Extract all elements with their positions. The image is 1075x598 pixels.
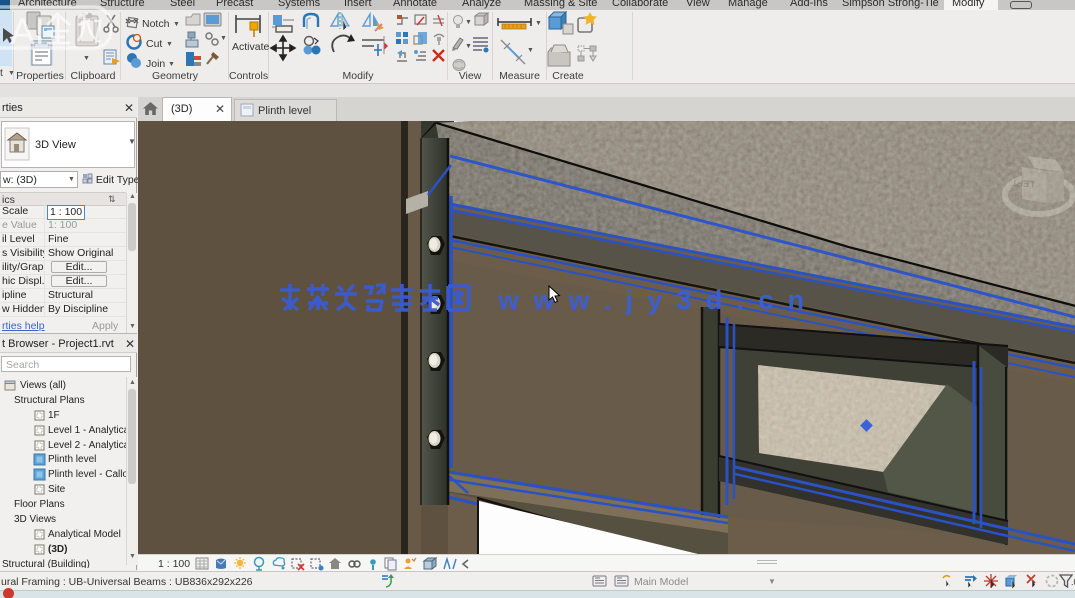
svg-text:.0: .0	[1071, 577, 1075, 587]
svg-text:▼: ▼	[465, 43, 472, 50]
svg-text:AI: AI	[10, 11, 45, 52]
svg-text:▼: ▼	[535, 20, 542, 27]
svg-text:▼: ▼	[465, 19, 472, 26]
svg-text:▼: ▼	[8, 70, 15, 77]
svg-text:▼: ▼	[527, 47, 534, 54]
svg-text:w w w . j y 3 d . c n: w w w . j y 3 d . c n	[497, 285, 804, 315]
svg-text:▼: ▼	[168, 61, 175, 68]
svg-text:t: t	[0, 67, 3, 79]
svg-text:LEFT: LEFT	[1011, 178, 1034, 189]
svg-text:Activate: Activate	[232, 41, 270, 53]
